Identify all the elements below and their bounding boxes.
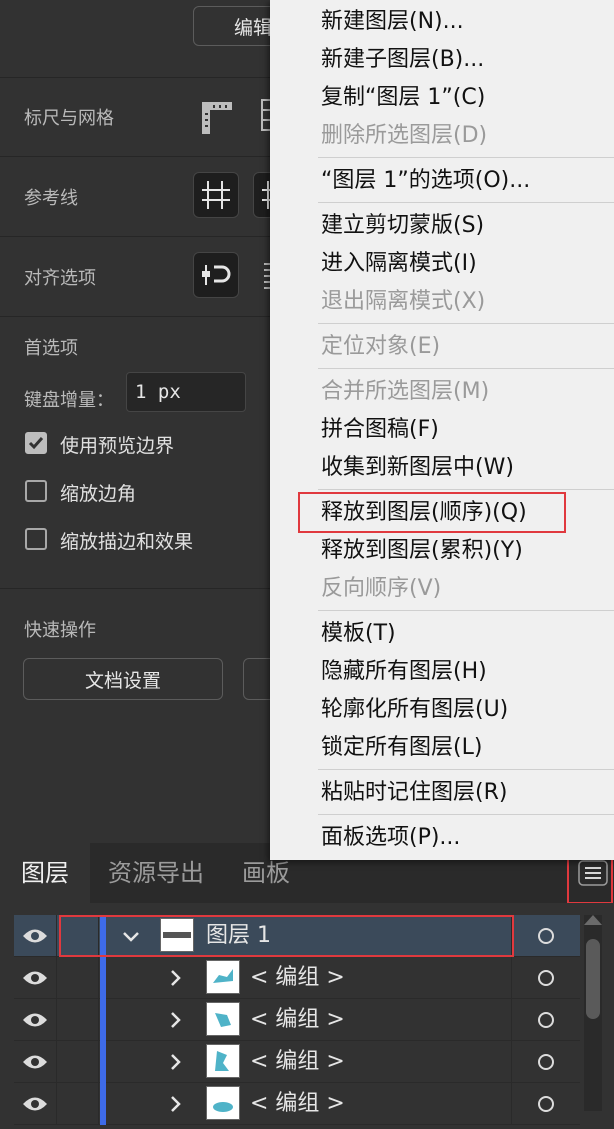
layers-context-menu: 新建图层(N)... 新建子图层(B)... 复制“图层 1”(C) 删除所选图… — [270, 0, 614, 860]
ruler-icon[interactable] — [196, 96, 236, 136]
visibility-toggle[interactable] — [14, 1083, 57, 1125]
target-circle-icon — [538, 1096, 554, 1112]
layer-color-bar — [100, 1083, 106, 1125]
layer-color-bar — [100, 1041, 106, 1083]
scroll-up-arrow-icon[interactable] — [584, 915, 602, 925]
preferences-label: 首选项 — [24, 338, 78, 359]
menu-separator — [318, 769, 614, 770]
target-toggle[interactable] — [511, 1041, 580, 1083]
group-name[interactable]: < 编组 > — [250, 1083, 345, 1125]
chevron-right-icon[interactable] — [164, 1093, 186, 1119]
tab-layers[interactable]: 图层 — [0, 843, 90, 903]
target-circle-icon — [538, 1012, 554, 1028]
group-thumbnail — [206, 1002, 240, 1036]
layer-row[interactable]: < 编组 > — [14, 957, 580, 999]
layer-row-highlight — [59, 915, 514, 957]
menu-separator — [318, 814, 614, 815]
menu-item-new-layer[interactable]: 新建图层(N)... — [321, 8, 464, 36]
layer-row[interactable]: < 编组 > — [14, 999, 580, 1041]
menu-item-delete-selection: 删除所选图层(D) — [321, 123, 488, 148]
layer-row[interactable]: < 编组 > — [14, 1083, 580, 1125]
target-toggle[interactable] — [511, 1083, 580, 1125]
menu-item-new-sublayer[interactable]: 新建子图层(B)... — [321, 46, 484, 74]
target-circle-icon — [538, 970, 554, 986]
menu-item-lock-all-layers[interactable]: 锁定所有图层(L) — [321, 734, 482, 762]
eye-icon — [23, 1097, 47, 1111]
menu-separator — [318, 368, 614, 369]
scrollbar-thumb[interactable] — [586, 939, 600, 1019]
group-thumbnail — [206, 960, 240, 994]
scale-corners-label: 缩放边角 — [60, 483, 137, 505]
chevron-right-icon[interactable] — [164, 967, 186, 993]
lock-toggle[interactable] — [56, 1041, 99, 1083]
menu-separator — [318, 610, 614, 611]
rulers-grid-label: 标尺与网格 — [24, 108, 114, 129]
keyboard-increment-label: 键盘增量： — [24, 390, 114, 411]
menu-item-reverse-order: 反向顺序(V) — [321, 576, 442, 601]
document-setup-button[interactable]: 文档设置 — [23, 658, 223, 700]
scrollbar-track[interactable] — [584, 915, 602, 1111]
menu-item-merge-selected: 合并所选图层(M) — [321, 379, 490, 404]
target-toggle[interactable] — [511, 999, 580, 1041]
eye-icon — [23, 929, 47, 943]
scale-corners-checkbox[interactable] — [25, 480, 47, 502]
layer-color-bar — [100, 999, 106, 1041]
visibility-toggle[interactable] — [14, 1041, 57, 1083]
snap-to-pixel-icon[interactable] — [193, 252, 239, 298]
target-toggle[interactable] — [511, 915, 580, 957]
lock-toggle[interactable] — [56, 957, 99, 999]
menu-item-paste-remembers-layers[interactable]: 粘贴时记住图层(R) — [321, 779, 507, 807]
visibility-toggle[interactable] — [14, 915, 57, 957]
menu-separator — [318, 489, 614, 490]
menu-item-duplicate-layer[interactable]: 复制“图层 1”(C) — [321, 84, 485, 112]
menu-item-exit-isolation: 退出隔离模式(X) — [321, 289, 486, 314]
target-circle-icon — [538, 928, 554, 944]
group-name[interactable]: < 编组 > — [250, 999, 345, 1041]
use-preview-bounds-label: 使用预览边界 — [60, 435, 175, 457]
layer-color-bar — [100, 957, 106, 999]
group-thumbnail — [206, 1044, 240, 1078]
quick-actions-label: 快速操作 — [24, 620, 96, 641]
layer-row[interactable]: < 编组 > — [14, 1041, 580, 1083]
menu-item-flatten-artwork[interactable]: 拼合图稿(F) — [321, 416, 439, 444]
menu-item-locate-object: 定位对象(E) — [321, 334, 441, 359]
layers-list: 图层 1 < 编组 > < 编组 > < 编组 > < 编组 > — [0, 903, 614, 1125]
tab-asset-export[interactable]: 资源导出 — [92, 843, 220, 903]
guides-toggle-icon[interactable] — [193, 172, 239, 218]
eye-icon — [23, 1013, 47, 1027]
scale-strokes-checkbox[interactable] — [25, 528, 47, 550]
keyboard-increment-input[interactable]: 1 px — [126, 372, 246, 412]
menu-item-layer-options[interactable]: “图层 1”的选项(O)... — [321, 167, 530, 195]
menu-separator — [318, 323, 614, 324]
group-thumbnail — [206, 1086, 240, 1120]
menu-item-template[interactable]: 模板(T) — [321, 620, 396, 648]
menu-item-enter-isolation[interactable]: 进入隔离模式(I) — [321, 250, 477, 278]
menu-item-panel-options[interactable]: 面板选项(P)... — [321, 824, 460, 852]
menu-item-make-clipping-mask[interactable]: 建立剪切蒙版(S) — [321, 212, 484, 240]
group-name[interactable]: < 编组 > — [250, 957, 345, 999]
chevron-right-icon[interactable] — [164, 1051, 186, 1077]
target-toggle[interactable] — [511, 957, 580, 999]
lock-toggle[interactable] — [56, 999, 99, 1041]
menu-item-hide-all-layers[interactable]: 隐藏所有图层(H) — [321, 658, 487, 686]
eye-icon — [23, 971, 47, 985]
guides-label: 参考线 — [24, 188, 78, 209]
menu-separator — [318, 157, 614, 158]
visibility-toggle[interactable] — [14, 999, 57, 1041]
group-name[interactable]: < 编组 > — [250, 1041, 345, 1083]
menu-item-outline-all-layers[interactable]: 轮廓化所有图层(U) — [321, 696, 508, 724]
menu-item-release-to-layers-build[interactable]: 释放到图层(累积)(Y) — [321, 537, 523, 565]
menu-separator — [318, 202, 614, 203]
release-sequence-highlight — [298, 492, 566, 533]
lock-toggle[interactable] — [56, 1083, 99, 1125]
align-options-label: 对齐选项 — [24, 268, 96, 289]
scale-strokes-label: 缩放描边和效果 — [60, 531, 194, 553]
visibility-toggle[interactable] — [14, 957, 57, 999]
chevron-right-icon[interactable] — [164, 1009, 186, 1035]
menu-item-collect-in-new-layer[interactable]: 收集到新图层中(W) — [321, 454, 514, 482]
eye-icon — [23, 1055, 47, 1069]
use-preview-bounds-checkbox[interactable] — [25, 432, 47, 454]
target-circle-icon — [538, 1054, 554, 1070]
